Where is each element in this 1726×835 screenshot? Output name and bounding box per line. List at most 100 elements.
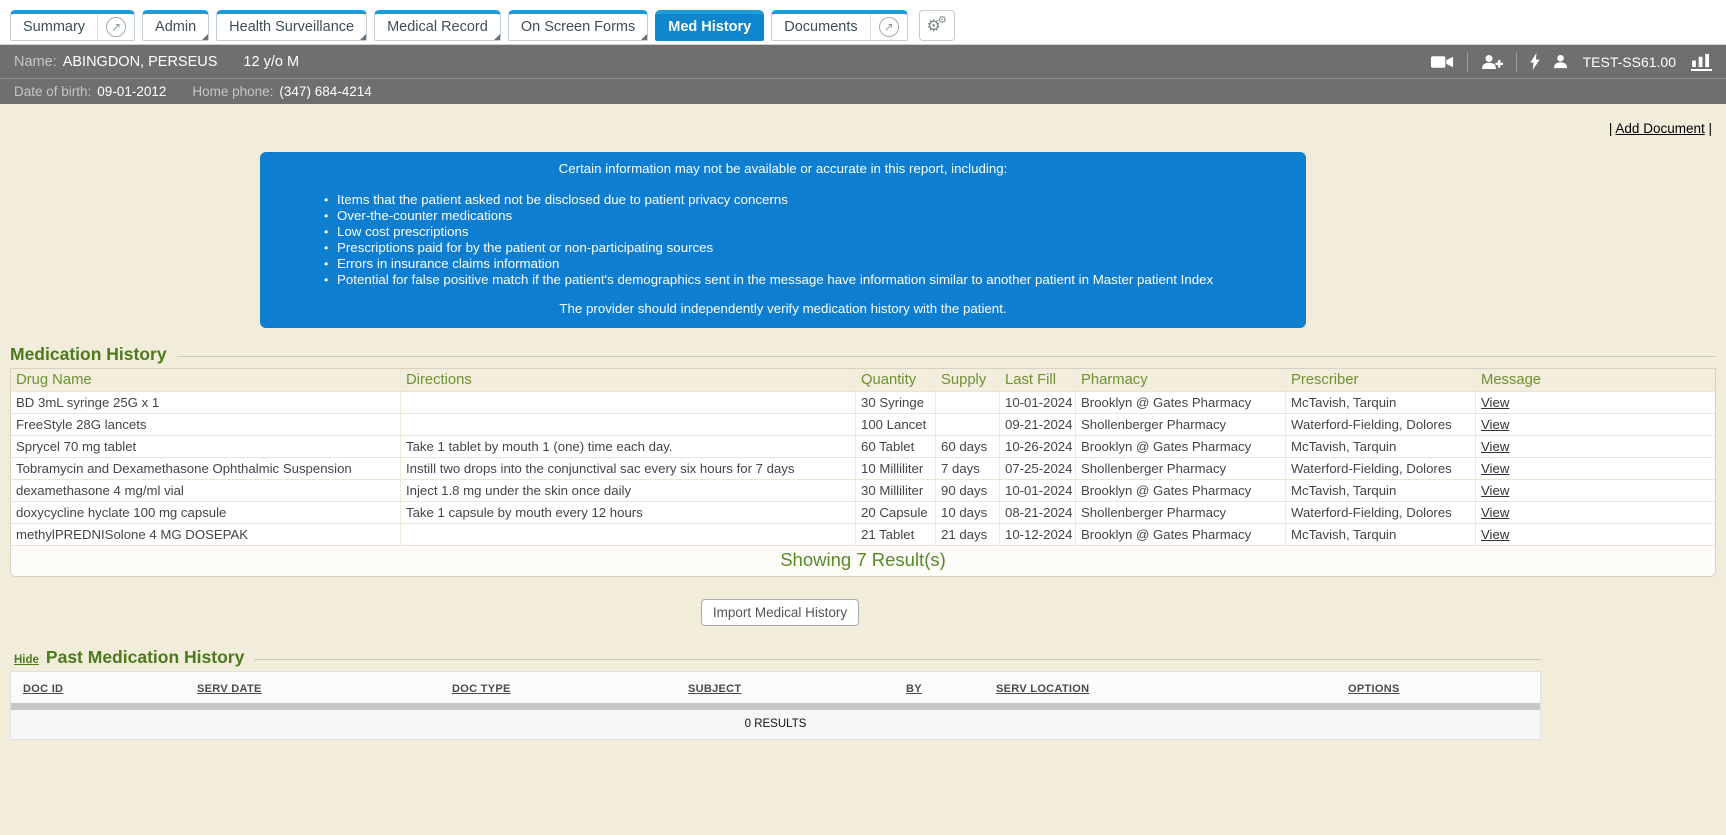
add-document-row: | Add Document | [0, 104, 1726, 136]
tab-documents-label: Documents [772, 14, 869, 40]
tab-health-surveillance-label: Health Surveillance [217, 14, 366, 40]
tab-admin-label: Admin [143, 14, 208, 40]
dropdown-corner-icon [641, 34, 647, 40]
hide-link[interactable]: Hide [14, 654, 39, 666]
cell-last-fill: 10-12-2024 [1000, 524, 1076, 546]
tab-on-screen-forms-label: On Screen Forms [509, 14, 647, 40]
divider [177, 356, 1716, 357]
notice-bullet: Errors in insurance claims information [324, 256, 1284, 272]
cell-pharmacy: Brooklyn @ Gates Pharmacy [1076, 480, 1286, 502]
external-link-icon: ↗ [879, 17, 899, 37]
cell-prescriber: Waterford-Fielding, Dolores [1286, 502, 1476, 524]
view-message-link[interactable]: View [1481, 461, 1509, 476]
cell-last-fill: 10-26-2024 [1000, 436, 1076, 458]
patient-bar-actions: TEST-SS61.00 [1431, 52, 1712, 72]
cell-last-fill: 08-21-2024 [1000, 502, 1076, 524]
user-icon[interactable] [1553, 54, 1568, 69]
add-document-link[interactable]: Add Document [1615, 121, 1704, 136]
view-message-link[interactable]: View [1481, 483, 1509, 498]
cell-drug-name: Tobramycin and Dexamethasone Ophthalmic … [11, 458, 401, 480]
notice-bullet: Over-the-counter medications [324, 208, 1284, 224]
tab-summary[interactable]: Summary ↗ [10, 10, 135, 41]
bar-chart-icon[interactable] [1691, 53, 1712, 71]
med-history-table: Drug Name Directions Quantity Supply Las… [10, 368, 1716, 577]
cell-last-fill: 10-01-2024 [1000, 480, 1076, 502]
tab-bar: Summary ↗ Admin Health Surveillance Medi… [0, 0, 1726, 45]
patient-dob: 09-01-2012 [97, 84, 166, 99]
view-message-link[interactable]: View [1481, 505, 1509, 520]
tab-med-history[interactable]: Med History [655, 10, 764, 41]
past-med-header-row: DOC ID SERV DATE DOC TYPE SUBJECT BY SER… [11, 672, 1540, 703]
name-label: Name: [14, 54, 57, 70]
column-header-directions: Directions [401, 369, 856, 392]
notice-bullet: Prescriptions paid for by the patient or… [324, 240, 1284, 256]
view-message-link[interactable]: View [1481, 395, 1509, 410]
tab-on-screen-forms[interactable]: On Screen Forms [508, 10, 648, 41]
cell-directions: Take 1 capsule by mouth every 12 hours [401, 502, 856, 524]
results-count: Showing 7 Result(s) [11, 546, 1715, 576]
cell-directions: Instill two drops into the conjunctival … [401, 458, 856, 480]
workstation-id: TEST-SS61.00 [1583, 54, 1676, 70]
pipe: | [1705, 121, 1712, 136]
table-row: BD 3mL syringe 25G x 1 30 Syringe 10-01-… [11, 392, 1715, 414]
sort-options[interactable]: OPTIONS [1348, 683, 1400, 695]
notice-bullet: Potential for false positive match if th… [324, 272, 1284, 288]
tab-summary-popout[interactable]: ↗ [97, 14, 134, 40]
column-header-supply: Supply [936, 369, 1000, 392]
sort-by[interactable]: BY [906, 683, 922, 695]
column-header-message: Message [1476, 369, 1715, 392]
cell-supply: 90 days [936, 480, 1000, 502]
cell-supply [936, 414, 1000, 436]
dropdown-corner-icon [202, 34, 208, 40]
cell-directions [401, 524, 856, 546]
cell-prescriber: Waterford-Fielding, Dolores [1286, 458, 1476, 480]
gear-icon: ⚙ [938, 15, 947, 26]
lightning-bolt-icon[interactable] [1530, 53, 1540, 70]
tab-documents-popout[interactable]: ↗ [870, 14, 907, 40]
tab-summary-label: Summary [11, 14, 97, 40]
cell-pharmacy: Brooklyn @ Gates Pharmacy [1076, 524, 1286, 546]
view-message-link[interactable]: View [1481, 417, 1509, 432]
sort-subject[interactable]: SUBJECT [688, 683, 741, 695]
sort-serv-date[interactable]: SERV DATE [197, 683, 262, 695]
cell-prescriber: Waterford-Fielding, Dolores [1286, 414, 1476, 436]
cell-directions [401, 392, 856, 414]
cell-drug-name: Sprycel 70 mg tablet [11, 436, 401, 458]
column-header-last-fill: Last Fill [1000, 369, 1076, 392]
cell-supply: 21 days [936, 524, 1000, 546]
tab-admin[interactable]: Admin [142, 10, 209, 41]
tab-health-surveillance[interactable]: Health Surveillance [216, 10, 367, 41]
cell-quantity: 10 Milliliter [856, 458, 936, 480]
notice-footer: The provider should independently verify… [282, 301, 1284, 316]
tab-medical-record[interactable]: Medical Record [374, 10, 501, 41]
cell-drug-name: doxycycline hyclate 100 mg capsule [11, 502, 401, 524]
column-header-quantity: Quantity [856, 369, 936, 392]
import-medical-history-button[interactable]: Import Medical History [701, 599, 859, 626]
view-message-link[interactable]: View [1481, 439, 1509, 454]
settings-button[interactable]: ⚙ ⚙ [919, 10, 955, 41]
notice-bullet: Items that the patient asked not be disc… [324, 192, 1284, 208]
tab-medical-record-label: Medical Record [375, 14, 500, 40]
notice-bullet-list: Items that the patient asked not be disc… [282, 192, 1284, 288]
dropdown-corner-icon [494, 34, 500, 40]
tab-documents[interactable]: Documents ↗ [771, 10, 907, 41]
tab-med-history-label: Med History [656, 14, 763, 40]
sort-serv-location[interactable]: SERV LOCATION [996, 683, 1089, 695]
add-person-icon[interactable] [1481, 54, 1503, 70]
past-med-history-table: DOC ID SERV DATE DOC TYPE SUBJECT BY SER… [10, 671, 1541, 740]
sort-doc-id[interactable]: DOC ID [23, 683, 63, 695]
cell-pharmacy: Shollenberger Pharmacy [1076, 502, 1286, 524]
med-history-title: Medication History [10, 344, 167, 365]
dropdown-corner-icon [360, 34, 366, 40]
table-row: methylPREDNISolone 4 MG DOSEPAK 21 Table… [11, 524, 1715, 546]
video-camera-icon[interactable] [1431, 55, 1454, 69]
cell-quantity: 60 Tablet [856, 436, 936, 458]
column-header-pharmacy: Pharmacy [1076, 369, 1286, 392]
cell-prescriber: McTavish, Tarquin [1286, 480, 1476, 502]
patient-bar-details: Date of birth: 09-01-2012 Home phone: (3… [0, 78, 1726, 104]
view-message-link[interactable]: View [1481, 527, 1509, 542]
table-row: Sprycel 70 mg tablet Take 1 tablet by mo… [11, 436, 1715, 458]
cell-last-fill: 09-21-2024 [1000, 414, 1076, 436]
sort-doc-type[interactable]: DOC TYPE [452, 683, 511, 695]
cell-drug-name: methylPREDNISolone 4 MG DOSEPAK [11, 524, 401, 546]
